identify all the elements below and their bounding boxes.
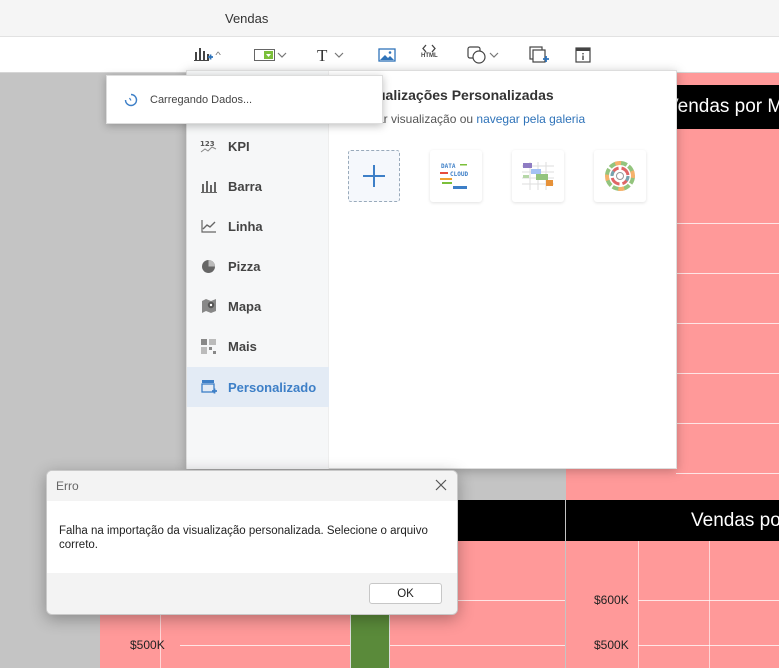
loading-spinner-icon: [124, 93, 138, 106]
custom-viz-icon: [200, 379, 217, 396]
visualization-category-list: 123 KPI Barra Linha Pizza Mapa Mais Pers…: [187, 71, 329, 469]
gallery-subtitle: ar visualização ou navegar pela galeria: [377, 112, 585, 126]
add-custom-viz-tile[interactable]: [348, 150, 400, 202]
y-tick-label: $500K: [594, 638, 629, 652]
dialog-message: Falha na importação da visualização pers…: [59, 525, 428, 551]
close-icon[interactable]: [434, 478, 448, 492]
category-label: Linha: [228, 218, 263, 234]
category-label: Mapa: [228, 298, 262, 314]
gridline: [676, 323, 779, 324]
browse-gallery-link[interactable]: navegar pela galeria: [476, 112, 585, 126]
filter-button[interactable]: [254, 44, 287, 66]
gallery-title: ualizações Personalizadas: [377, 87, 554, 103]
svg-text:T: T: [317, 47, 328, 63]
shapes-button[interactable]: [467, 44, 499, 66]
html-icon: [422, 44, 437, 53]
category-bar[interactable]: Barra: [187, 166, 329, 206]
gridline: [676, 423, 779, 424]
chart-title: Vendas po: [566, 500, 779, 541]
gridline: [676, 273, 779, 274]
datacloud-label-bottom: CLOUD: [450, 171, 468, 178]
html-button[interactable]: HTML: [421, 44, 438, 66]
gridline: [638, 645, 779, 646]
category-line[interactable]: Linha: [187, 206, 329, 246]
add-chart-icon: [194, 48, 213, 61]
category-label: Mais: [228, 338, 257, 354]
info-button[interactable]: [575, 44, 591, 66]
window-title: Vendas: [225, 11, 269, 26]
text-button[interactable]: T: [316, 44, 344, 66]
ok-button[interactable]: OK: [369, 583, 442, 604]
bar-chart-icon: [200, 178, 217, 195]
dialog-title: Erro: [56, 479, 79, 493]
category-kpi[interactable]: 123 KPI: [187, 126, 329, 166]
info-icon: [575, 47, 591, 63]
add-page-icon: [529, 46, 549, 63]
pie-chart-icon: [200, 258, 217, 275]
category-label: Pizza: [228, 258, 261, 274]
more-icon: [200, 338, 217, 355]
chevron-down-icon: [334, 52, 344, 58]
chart-bar[interactable]: [350, 608, 390, 668]
map-icon: [200, 298, 217, 315]
sunburst-viz-tile[interactable]: [594, 150, 646, 202]
chevron-down-icon: [277, 52, 287, 58]
category-label: Barra: [228, 178, 262, 194]
category-label: Personalizado: [228, 379, 317, 395]
gantt-viz-tile[interactable]: [512, 150, 564, 202]
gridline: [676, 373, 779, 374]
filter-icon: [254, 49, 275, 61]
line-chart-icon: [200, 218, 217, 235]
dialog-footer: OK: [47, 573, 457, 614]
image-icon: [378, 48, 396, 62]
category-more[interactable]: Mais: [187, 326, 329, 366]
dialog-header: Erro: [47, 471, 457, 501]
datacloud-viz-tile[interactable]: DATA CLOUD: [430, 150, 482, 202]
sunburst-icon: [605, 161, 635, 191]
category-map[interactable]: Mapa: [187, 286, 329, 326]
loading-popup: Carregando Dados...: [106, 75, 383, 124]
plus-icon: [363, 165, 385, 187]
window-titlebar: Vendas: [0, 0, 779, 37]
category-pie[interactable]: Pizza: [187, 246, 329, 286]
y-tick-label: $600K: [594, 593, 629, 607]
datacloud-logo: DATA CLOUD: [438, 161, 468, 191]
gridline: [676, 473, 779, 474]
gridline: [638, 600, 779, 601]
category-label: KPI: [228, 138, 250, 154]
error-dialog: Erro Falha na importação da visualização…: [46, 470, 458, 615]
visualization-gallery-popup: 123 KPI Barra Linha Pizza Mapa Mais Pers…: [186, 70, 677, 469]
gridline: [709, 541, 710, 668]
gantt-icon: [522, 162, 554, 190]
datacloud-label-top: DATA: [441, 163, 456, 170]
image-button[interactable]: [378, 44, 396, 66]
text-icon: T: [317, 47, 328, 63]
chart-panel-bottom-right[interactable]: Vendas po $600K $500K: [566, 500, 779, 668]
chevron-up-icon: ^: [215, 50, 221, 60]
html-label: HTML: [421, 53, 438, 59]
toolbar: ^ T HTML: [0, 37, 779, 73]
gridline: [638, 541, 639, 668]
y-tick-label: $500K: [130, 638, 165, 652]
category-custom[interactable]: Personalizado: [187, 367, 329, 407]
add-page-button[interactable]: [529, 44, 549, 66]
shapes-icon: [467, 46, 486, 64]
chevron-down-icon: [489, 52, 499, 58]
gridline: [676, 223, 779, 224]
add-chart-button[interactable]: ^: [194, 44, 221, 66]
kpi-icon: 123: [200, 138, 217, 155]
loading-text: Carregando Dados...: [150, 93, 253, 106]
gallery-subtitle-text: ar visualização ou: [377, 112, 477, 126]
